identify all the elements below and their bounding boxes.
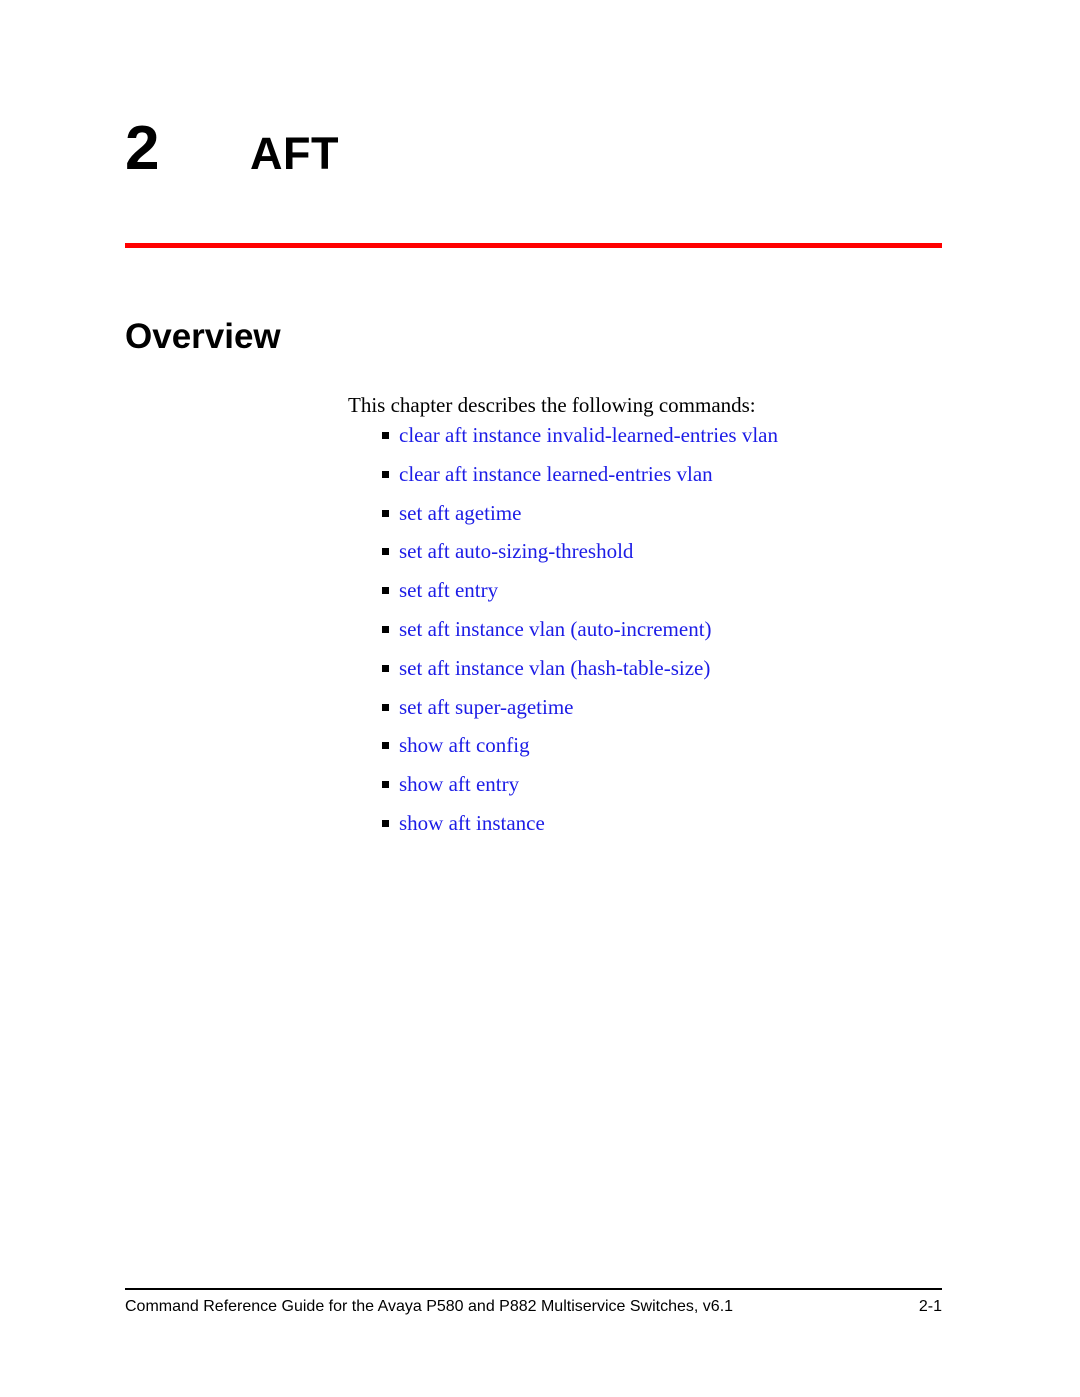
list-item[interactable]: set aft auto-sizing-threshold: [382, 539, 942, 578]
command-link[interactable]: set aft instance vlan (auto-increment): [399, 617, 712, 641]
square-bullet-icon: [382, 509, 389, 517]
command-link[interactable]: set aft instance vlan (hash-table-size): [399, 656, 710, 680]
square-bullet-icon: [382, 470, 389, 478]
list-item[interactable]: show aft config: [382, 733, 942, 772]
chapter-number: 2: [125, 114, 159, 183]
command-link[interactable]: set aft agetime: [399, 501, 521, 525]
page-footer: Command Reference Guide for the Avaya P5…: [125, 1297, 942, 1317]
red-divider-rule: [125, 243, 942, 248]
list-item[interactable]: show aft entry: [382, 772, 942, 811]
square-bullet-icon: [382, 819, 389, 827]
document-page: 2 AFT Overview This chapter describes th…: [0, 0, 1080, 1397]
square-bullet-icon: [382, 664, 389, 672]
list-item[interactable]: show aft instance: [382, 811, 942, 850]
chapter-title: AFT: [250, 128, 339, 179]
list-item[interactable]: set aft super-agetime: [382, 695, 942, 734]
chapter-header: 2 AFT: [125, 118, 942, 198]
square-bullet-icon: [382, 625, 389, 633]
command-link[interactable]: set aft super-agetime: [399, 695, 574, 719]
list-item[interactable]: set aft entry: [382, 578, 942, 617]
command-link[interactable]: show aft instance: [399, 811, 545, 835]
intro-paragraph: This chapter describes the following com…: [348, 393, 756, 417]
command-link[interactable]: clear aft instance invalid-learned-entri…: [399, 423, 778, 447]
square-bullet-icon: [382, 742, 389, 750]
square-bullet-icon: [382, 548, 389, 556]
command-link[interactable]: clear aft instance learned-entries vlan: [399, 462, 713, 486]
square-bullet-icon: [382, 587, 389, 595]
list-item[interactable]: set aft agetime: [382, 501, 942, 540]
command-link[interactable]: set aft entry: [399, 578, 498, 602]
list-item[interactable]: clear aft instance learned-entries vlan: [382, 462, 942, 501]
command-link[interactable]: set aft auto-sizing-threshold: [399, 539, 633, 563]
command-link[interactable]: show aft config: [399, 733, 530, 757]
square-bullet-icon: [382, 781, 389, 789]
footer-divider-rule: [125, 1288, 942, 1290]
footer-title: Command Reference Guide for the Avaya P5…: [125, 1298, 734, 1315]
section-heading-overview: Overview: [125, 317, 281, 357]
list-item[interactable]: set aft instance vlan (hash-table-size): [382, 656, 942, 695]
list-item[interactable]: set aft instance vlan (auto-increment): [382, 617, 942, 656]
square-bullet-icon: [382, 703, 389, 711]
square-bullet-icon: [382, 432, 389, 439]
command-link[interactable]: show aft entry: [399, 772, 519, 796]
footer-page-number: 2-1: [918, 1298, 942, 1315]
list-item[interactable]: clear aft instance invalid-learned-entri…: [382, 423, 942, 462]
command-link-list: clear aft instance invalid-learned-entri…: [382, 423, 942, 850]
